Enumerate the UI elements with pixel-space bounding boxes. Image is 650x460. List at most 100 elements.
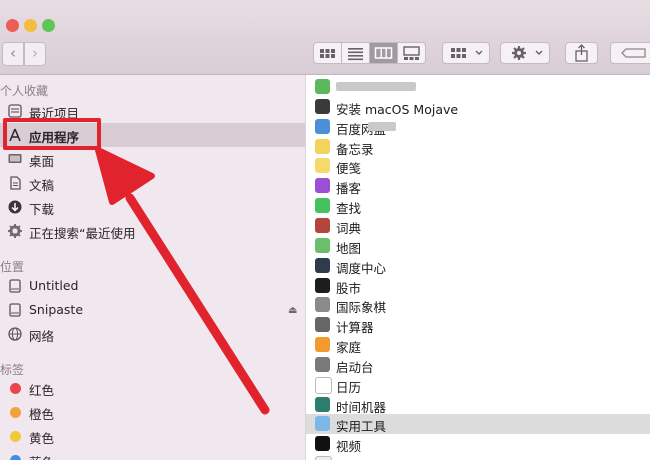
file-list-item[interactable]: 股市: [306, 276, 650, 296]
sidebar-item-untitled[interactable]: Untitled: [0, 274, 305, 298]
file-list-item[interactable]: 查找: [306, 196, 650, 216]
sidebar-item-network[interactable]: 网络: [0, 322, 305, 346]
file-list-item[interactable]: 百度网盘: [306, 117, 650, 137]
file-list-item[interactable]: 调度中心: [306, 256, 650, 276]
tag-dot-icon: [10, 383, 21, 394]
sidebar-item-desktop[interactable]: 桌面: [0, 147, 305, 171]
file-label: 国际象棋: [336, 300, 387, 316]
tag-dot-icon: [10, 455, 21, 460]
gear-icon: [512, 46, 543, 60]
close-button[interactable]: [6, 19, 19, 32]
locations-header: 位置: [0, 260, 25, 274]
file-list-item[interactable]: 计算器: [306, 315, 650, 335]
sidebar-item-tag-red[interactable]: 红色: [0, 376, 305, 400]
sidebar-item-label: 蓝色: [29, 452, 54, 460]
sidebar-item-downloads[interactable]: 下载: [0, 195, 305, 219]
file-list-item[interactable]: 词典: [306, 216, 650, 236]
file-list-item[interactable]: 时间机器: [306, 395, 650, 415]
icon-view-icon: [320, 49, 335, 58]
chess-icon: [315, 297, 330, 313]
share-icon: [575, 44, 588, 62]
file-list-item[interactable]: 安装 macOS Mojave: [306, 97, 650, 117]
column-view-button[interactable]: [369, 42, 398, 64]
launchpad-icon: [315, 356, 330, 372]
calendar-icon: [315, 376, 332, 394]
network-icon: [8, 327, 22, 341]
tag-button[interactable]: [610, 42, 650, 64]
maps-icon: [315, 237, 330, 253]
gallery-view-button[interactable]: [397, 42, 426, 64]
podcast-icon: [315, 178, 330, 194]
file-list-item[interactable]: 播客: [306, 176, 650, 196]
sidebar-item-label: 网络: [29, 329, 55, 344]
file-list-item[interactable]: 日历: [306, 375, 650, 395]
icon-view-button[interactable]: [313, 42, 342, 64]
redacted-text: [336, 82, 416, 91]
group-button[interactable]: [442, 42, 490, 64]
share-button[interactable]: [565, 42, 598, 64]
file-label: 计算器: [336, 320, 374, 336]
zoom-button[interactable]: [42, 19, 55, 32]
dictionary-icon: [315, 217, 330, 233]
column-view-icon: [374, 47, 393, 59]
gear-search-icon: [8, 224, 22, 238]
stickies-icon: [315, 158, 330, 174]
file-list-item[interactable]: 启动台: [306, 355, 650, 375]
clock-icon: [8, 104, 22, 118]
file-list-item[interactable]: 便笺: [306, 156, 650, 176]
file-label: 播客: [336, 181, 362, 197]
file-list-item[interactable]: 地图: [306, 236, 650, 256]
file-label: 视频: [336, 439, 362, 455]
app-green-icon: [315, 79, 330, 94]
sidebar-item-label: 正在搜索“最近使用: [29, 226, 136, 241]
back-button[interactable]: ‹: [2, 42, 24, 66]
sidebar-item-label: 桌面: [29, 154, 55, 169]
stocks-icon: [315, 277, 330, 293]
file-label: 提醒事项: [336, 456, 386, 460]
calculator-icon: [315, 317, 330, 333]
file-label: 启动台: [336, 359, 374, 375]
minimize-button[interactable]: [24, 19, 37, 32]
mission-control-icon: [315, 257, 330, 273]
file-label: 词典: [336, 220, 362, 236]
list-view-icon: [348, 48, 363, 61]
file-label: 家庭: [336, 340, 362, 356]
action-button[interactable]: [500, 42, 550, 64]
notes-icon: [315, 138, 330, 154]
file-list-item[interactable]: 家庭: [306, 335, 650, 355]
file-list-item[interactable]: 视频: [306, 434, 650, 454]
time-machine-icon: [315, 396, 330, 412]
eject-icon[interactable]: ⏏: [288, 305, 297, 316]
favorites-header: 个人收藏: [0, 84, 49, 98]
file-label: 地图: [336, 240, 362, 256]
sidebar-item-documents[interactable]: 文稿: [0, 171, 305, 195]
sidebar-item-label: 下载: [29, 202, 55, 217]
sidebar-item-smart-search[interactable]: 正在搜索“最近使用: [0, 219, 305, 243]
sidebar-item-tag-blue[interactable]: 蓝色: [0, 448, 305, 460]
sidebar-item-label: Untitled: [29, 278, 79, 293]
disk-icon: [9, 279, 21, 293]
tv-icon: [315, 436, 330, 452]
file-list-item[interactable]: 实用工具: [306, 414, 650, 435]
document-icon: [10, 176, 21, 190]
file-list-item[interactable]: 国际象棋: [306, 295, 650, 315]
file-label: 股市: [336, 280, 362, 296]
sidebar-item-label: 红色: [29, 383, 55, 398]
desktop-icon: [8, 154, 22, 163]
findmy-icon: [315, 198, 330, 214]
file-list-item[interactable]: 备忘录: [306, 137, 650, 157]
file-label: 查找: [336, 201, 362, 217]
sidebar-item-label: 黄色: [29, 431, 55, 446]
chevron-left-icon: ‹: [10, 44, 16, 62]
file-list-item[interactable]: 提醒事项: [306, 454, 650, 460]
list-view-button[interactable]: [341, 42, 370, 64]
forward-button[interactable]: ›: [24, 42, 46, 66]
view-switcher: [313, 42, 426, 64]
sidebar-item-snipaste[interactable]: Snipaste ⏏: [0, 298, 305, 322]
file-list-item[interactable]: [306, 77, 650, 97]
sidebar-item-tag-orange[interactable]: 橙色: [0, 400, 305, 424]
utilities-folder-icon: [315, 416, 330, 432]
sidebar-item-tag-yellow[interactable]: 黄色: [0, 424, 305, 448]
cloud-app-icon: [315, 118, 330, 134]
sidebar-item-label: 橙色: [29, 407, 55, 422]
